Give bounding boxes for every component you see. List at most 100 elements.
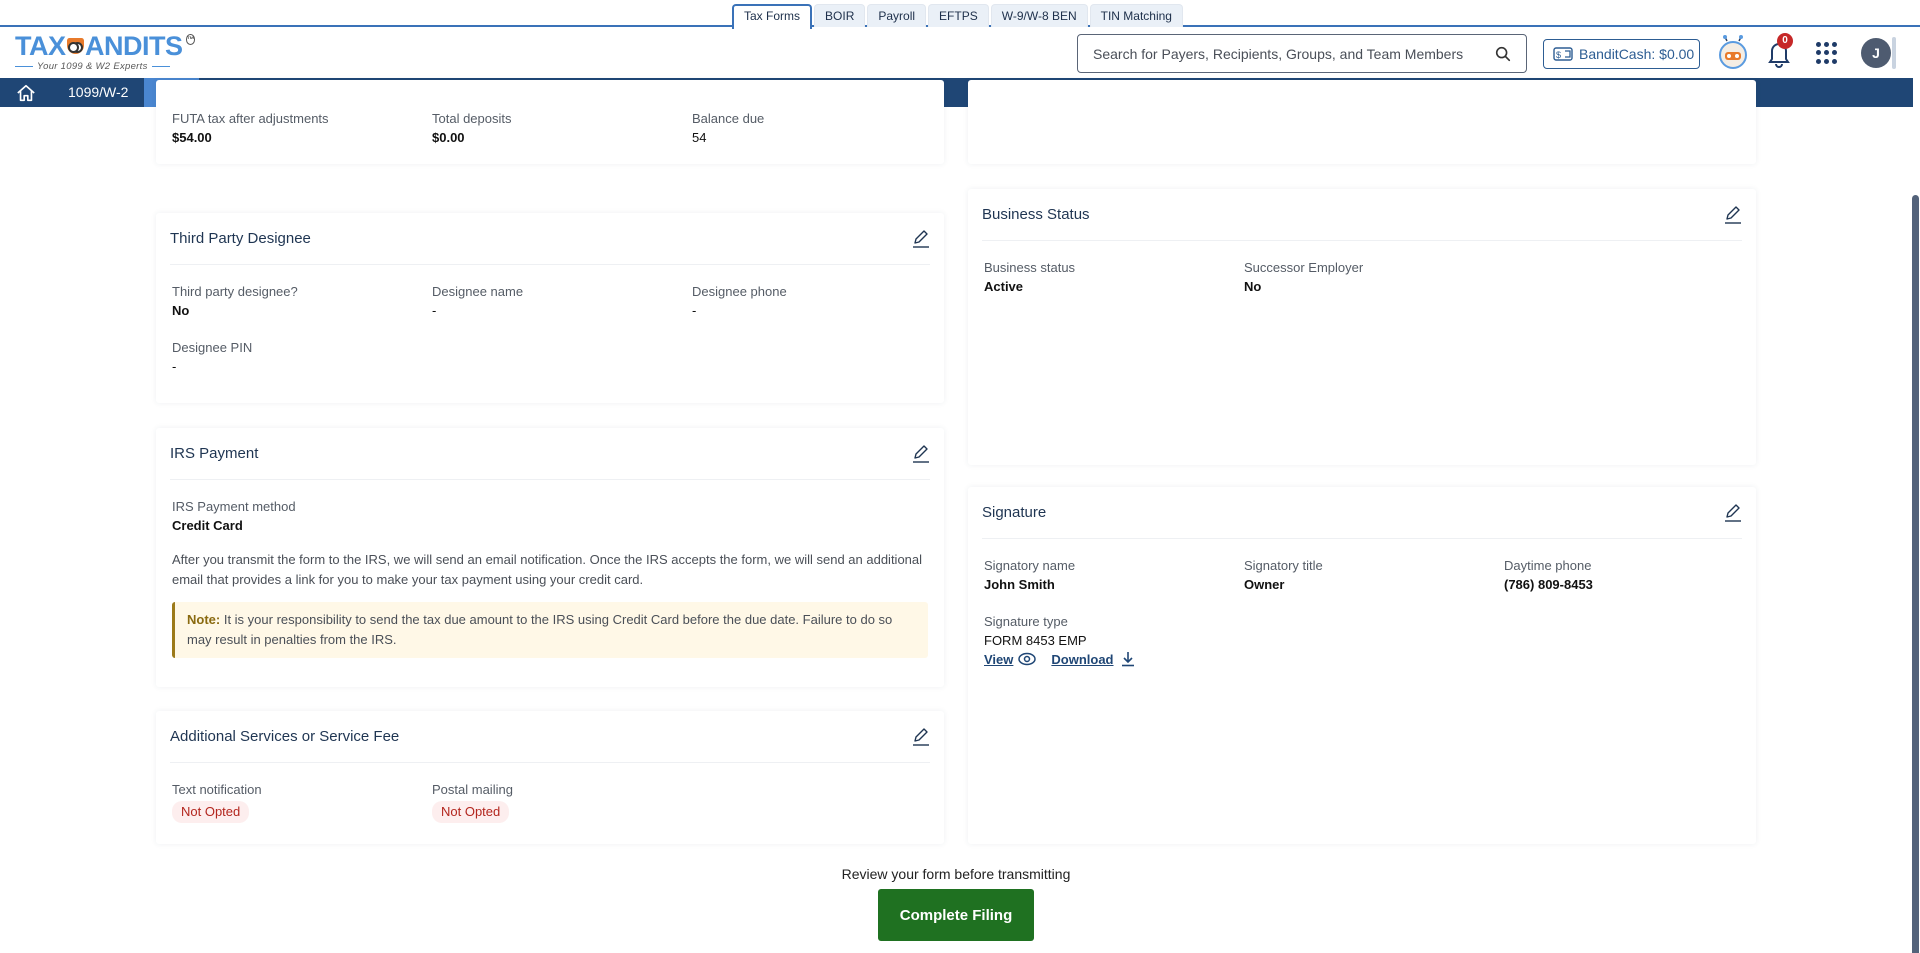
bandit-cash-button[interactable]: $ BanditCash: $0.00 [1543, 39, 1700, 69]
field-label: Designee name [432, 284, 524, 299]
signature-fields: Signatory name John Smith Signatory titl… [968, 539, 1756, 667]
download-icon[interactable] [1119, 651, 1137, 667]
field-designee-phone: Designee phone - [692, 283, 952, 321]
payment-note: Note: It is your responsibility to send … [172, 602, 928, 658]
page-scrollbar[interactable] [1912, 195, 1919, 953]
field-value: John Smith [984, 577, 1055, 592]
field-value: (786) 809-8453 [1504, 577, 1593, 592]
field-signature-type: Signature type FORM 8453 EMP View Downlo… [984, 613, 1244, 667]
edit-pencil-icon[interactable] [1724, 205, 1742, 225]
review-hint: Review your form before transmitting [841, 866, 1071, 882]
field-label: Signatory title [1244, 558, 1323, 573]
field-label: Designee phone [692, 284, 787, 299]
header-scroll-indicator [1892, 37, 1896, 69]
product-tab-tax-forms[interactable]: Tax Forms [732, 4, 813, 29]
field-label: IRS Payment method [172, 499, 296, 514]
logo-text-left: TAX [15, 31, 66, 61]
field-label: Successor Employer [1244, 260, 1364, 275]
field-value: - [432, 303, 437, 318]
additional-services-fields: Text notification Not Opted Postal maili… [156, 763, 944, 823]
home-icon [17, 84, 35, 101]
product-tab-tin-matching[interactable]: TIN Matching [1089, 4, 1183, 27]
tagline-line-left [15, 66, 33, 67]
nav-home[interactable] [0, 78, 52, 107]
field-label: Signature type [984, 614, 1068, 629]
field-balance-due: Balance due 54 [692, 110, 952, 148]
notification-count-badge: 0 [1777, 33, 1793, 49]
card-title: Business Status [982, 206, 1090, 223]
signature-card: Signature Signatory name John Smith Sign… [968, 487, 1756, 844]
field-successor-employer: Successor Employer No [1244, 259, 1504, 297]
field-daytime-phone: Daytime phone (786) 809-8453 [1504, 557, 1764, 595]
field-value: No [172, 303, 190, 318]
logo-wordmark: TAX ANDITS ™ [15, 32, 195, 60]
irs-payment-card: IRS Payment IRS Payment method Credit Ca… [156, 428, 944, 687]
futa-fields: FUTA tax after adjustments $54.00 Total … [156, 80, 944, 148]
tagline-line-right [151, 66, 170, 67]
apps-grid-icon[interactable] [1816, 42, 1838, 64]
field-third-party-designee: Third party designee? No [172, 283, 432, 321]
field-label: Designee PIN [172, 340, 253, 355]
logo-text-right: ANDITS [85, 31, 183, 61]
field-value: No [1244, 279, 1262, 294]
field-value: Active [984, 279, 1024, 294]
download-signature-link[interactable]: Download [1051, 652, 1113, 667]
note-text: It is your responsibility to send the ta… [187, 612, 893, 647]
header: TAX ANDITS ™ Your 1099 & W2 Experts $ Ba… [0, 27, 1920, 78]
field-value: 54 [692, 130, 707, 145]
field-label: Business status [984, 260, 1076, 275]
edit-pencil-icon[interactable] [1724, 503, 1742, 523]
search-icon[interactable] [1494, 45, 1512, 63]
signature-actions: View Download [984, 651, 1244, 667]
field-postal-mailing: Postal mailing Not Opted [432, 781, 692, 823]
product-tab-w9-w8ben[interactable]: W-9/W-8 BEN [990, 4, 1088, 27]
field-label: Signatory name [984, 558, 1076, 573]
card-header: Additional Services or Service Fee [170, 711, 930, 763]
card-title: IRS Payment [170, 445, 259, 462]
card-title: Additional Services or Service Fee [170, 728, 400, 745]
payment-info-text: After you transmit the form to the IRS, … [172, 552, 923, 587]
svg-text:$: $ [1556, 50, 1561, 60]
futa-summary-card: FUTA tax after adjustments $54.00 Total … [156, 80, 944, 164]
card-header: IRS Payment [170, 428, 930, 480]
product-tab-payroll[interactable]: Payroll [867, 4, 927, 27]
search-input[interactable] [1093, 45, 1494, 62]
business-status-card: Business Status Business status Active S… [968, 189, 1756, 465]
trademark-icon: ™ [185, 34, 195, 45]
field-label: Third party designee? [172, 284, 298, 299]
field-signatory-name: Signatory name John Smith [984, 557, 1244, 595]
edit-pencil-icon[interactable] [912, 727, 930, 747]
field-value: - [172, 359, 177, 374]
bandit-cash-label: BanditCash: $0.00 [1579, 46, 1695, 62]
field-text-notification: Text notification Not Opted [172, 781, 432, 823]
field-label: Text notification [172, 782, 262, 797]
product-tab-bar: Tax Forms BOIR Payroll EFTPS W-9/W-8 BEN… [0, 0, 1920, 29]
edit-pencil-icon[interactable] [912, 444, 930, 464]
logo-tagline-row: Your 1099 & W2 Experts [15, 61, 195, 72]
user-avatar[interactable]: J [1861, 38, 1891, 68]
eye-icon[interactable] [1018, 651, 1037, 667]
card-header: Third Party Designee [170, 213, 930, 265]
global-search [1077, 34, 1527, 73]
not-opted-badge: Not Opted [432, 801, 510, 823]
field-business-status: Business status Active [984, 259, 1244, 297]
product-tab-boir[interactable]: BOIR [814, 4, 866, 27]
not-opted-badge: Not Opted [172, 801, 250, 823]
field-value: - [692, 303, 697, 318]
field-irs-payment-method: IRS Payment method Credit Card [156, 498, 944, 536]
view-signature-link[interactable]: View [984, 652, 1013, 667]
taxbandits-logo[interactable]: TAX ANDITS ™ Your 1099 & W2 Experts [15, 32, 195, 76]
logo-tagline: Your 1099 & W2 Experts [37, 61, 148, 72]
field-label: Balance due [692, 111, 765, 126]
wallet-cash-icon: $ [1553, 47, 1573, 61]
complete-filing-button[interactable]: Complete Filing [878, 889, 1034, 941]
product-tab-eftps[interactable]: EFTPS [928, 4, 989, 27]
card-title: Signature [982, 504, 1047, 521]
field-label: Daytime phone [1504, 558, 1592, 573]
nav-1099-w2[interactable]: 1099/W-2 [52, 78, 144, 107]
edit-pencil-icon[interactable] [912, 229, 930, 249]
note-label: Note: [187, 612, 221, 627]
field-value: $54.00 [172, 130, 212, 145]
owl-assistant-icon[interactable] [1717, 35, 1749, 71]
field-designee-pin: Designee PIN - [172, 339, 432, 377]
